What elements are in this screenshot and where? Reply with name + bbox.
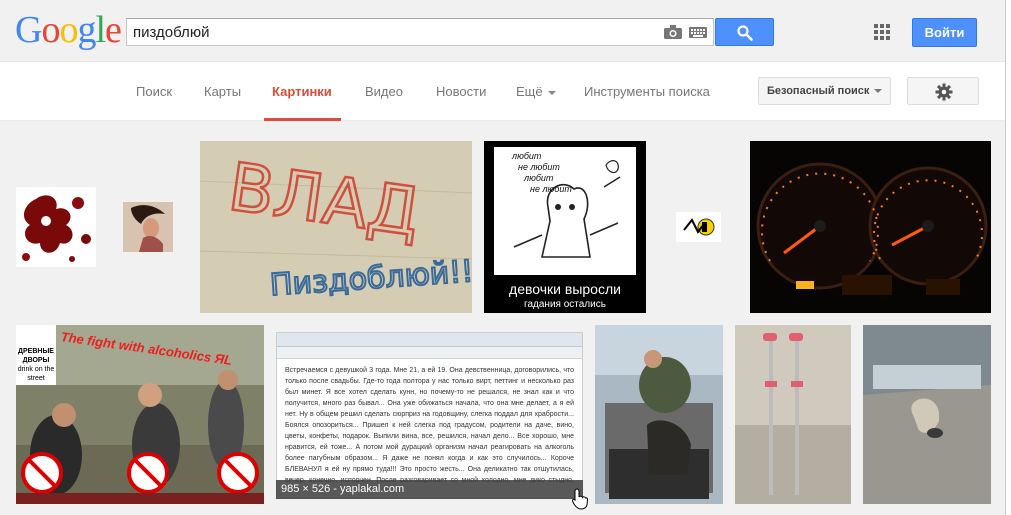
image-result-cartoon-girls[interactable]: любит не любит любит не любит девочки вы… — [484, 141, 646, 313]
search-button[interactable] — [715, 18, 774, 46]
gear-icon — [935, 83, 953, 101]
hand-cursor-icon — [572, 488, 588, 510]
tab-search-tools[interactable]: Инструменты поиска — [584, 84, 710, 121]
cartoon-line-2: не любит — [518, 162, 560, 172]
magnifier-icon — [737, 25, 753, 41]
image-result-alcoholics-meme[interactable]: ДРЕВНЫЕ ДВОРЫ drink on the street The fi… — [16, 325, 264, 504]
search-input[interactable] — [133, 19, 653, 45]
image-result-crutches[interactable] — [735, 325, 851, 504]
image-result-forum-post[interactable]: Встречаемся с девушкой 3 года. Мне 21, а… — [276, 332, 583, 499]
cartoon-caption: девочки выросли — [509, 281, 621, 297]
image-result-small-emoticon[interactable] — [676, 212, 721, 242]
tab-maps[interactable]: Карты — [204, 84, 241, 121]
meme-logo-sub: drink on the street — [17, 366, 55, 382]
tab-more[interactable]: Ещё — [516, 84, 556, 121]
top-bar: Google Войти — [0, 0, 1011, 62]
chevron-down-icon — [547, 90, 556, 95]
browser-bookmarks — [277, 347, 582, 359]
chevron-down-icon — [874, 89, 882, 93]
image-result-car-repair[interactable] — [595, 325, 723, 504]
settings-button[interactable] — [907, 77, 979, 105]
cartoon-drawing: любит не любит любит не любит — [494, 147, 636, 275]
tab-more-label: Ещё — [516, 84, 543, 99]
tab-news[interactable]: Новости — [436, 84, 486, 121]
forum-text: Встречаемся с девушкой 3 года. Мне 21, а… — [285, 367, 574, 483]
cartoon-line-4: не любит — [530, 184, 572, 194]
google-logo[interactable]: Google — [15, 10, 122, 50]
image-result-blood-splatter[interactable] — [16, 187, 96, 267]
window-edge — [1005, 0, 1011, 515]
image-result-wall-graffiti[interactable]: ВЛАД Пиздоблюй!!! — [200, 141, 472, 313]
browser-titlebar — [277, 333, 582, 347]
apps-grid-icon[interactable] — [874, 24, 890, 40]
hover-caption: 985 × 526 - yaplakal.com — [276, 480, 583, 499]
tab-video[interactable]: Видео — [365, 84, 403, 121]
tab-images[interactable]: Картинки — [264, 84, 341, 121]
cartoon-subcaption: гадания остались — [524, 299, 606, 310]
safe-search-label: Безопасный поиск — [767, 85, 870, 97]
cartoon-line-1: любит — [512, 151, 542, 161]
image-result-airport-hall[interactable] — [863, 325, 991, 504]
image-result-dashboard[interactable] — [750, 141, 991, 313]
camera-icon[interactable] — [664, 25, 682, 39]
tab-search[interactable]: Поиск — [136, 84, 172, 121]
cartoon-line-3: любит — [524, 173, 554, 183]
signin-button[interactable]: Войти — [912, 18, 977, 47]
meme-logo: ДРЕВНЫЕ ДВОРЫ — [18, 348, 54, 364]
search-box[interactable] — [126, 18, 714, 46]
safe-search-dropdown[interactable]: Безопасный поиск — [758, 77, 891, 105]
keyboard-icon[interactable] — [689, 27, 707, 38]
image-result-woman-hair[interactable] — [123, 202, 173, 252]
